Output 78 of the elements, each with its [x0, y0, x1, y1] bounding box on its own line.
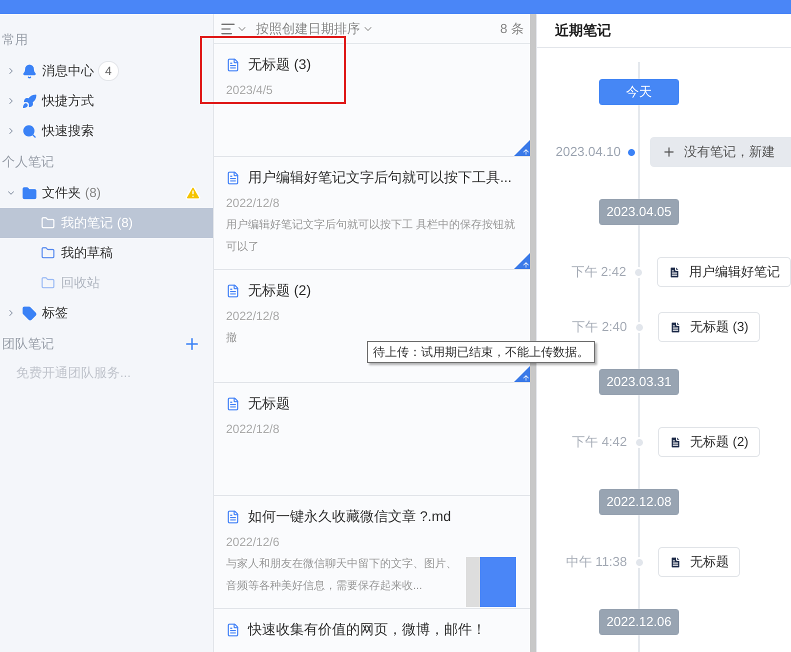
search-icon: [22, 124, 37, 138]
document-icon: [669, 436, 682, 448]
note-title: 无标题 (2): [248, 281, 311, 300]
note-card[interactable]: 用户编辑好笔记: [657, 257, 791, 287]
item-count: (8): [117, 214, 133, 232]
note-date: 2023/4/5: [226, 82, 274, 99]
arrow-up-icon: [522, 261, 530, 269]
sidebar-item[interactable]: 消息中心 4: [0, 56, 213, 86]
document-icon: [668, 266, 681, 278]
note-icon: [226, 396, 240, 410]
sidebar-item-label: 文件夹: [42, 184, 81, 202]
note-title: 用户编辑好笔记文字后句就可以按下工具...: [248, 168, 512, 187]
date-chip: 2023.03.31: [599, 369, 679, 395]
list-menu-icon[interactable]: [220, 20, 236, 36]
note-icon: [226, 284, 240, 298]
note-snippet: 撤: [226, 331, 238, 346]
section-title: 个人笔记: [2, 153, 54, 172]
plus-icon: [662, 145, 676, 159]
item-count: (8): [85, 184, 101, 202]
folder-icon: [22, 186, 37, 200]
sidebar-item-label: 消息中心: [42, 62, 94, 80]
folder-icon: [41, 216, 55, 230]
note-date: 2022/12/8: [226, 195, 280, 212]
date-chip: 2022.12.08: [599, 489, 679, 515]
note-card[interactable]: 无标题 (3): [658, 312, 760, 342]
count-badge: 4: [98, 61, 119, 81]
note-count: 8 条: [500, 20, 524, 38]
note-title: 如何一键永久收藏微信文章 ?.md: [248, 507, 452, 526]
timeline-time: 2023.04.10: [554, 143, 621, 162]
tooltip: 待上传：试用期已结束，不能上传数据。: [367, 341, 595, 363]
sidebar-item[interactable]: 标签: [0, 298, 213, 328]
arrow-up-icon: [522, 148, 530, 156]
date-chip: 2022.12.06: [599, 609, 679, 635]
note-item[interactable]: 如何一键永久收藏微信文章 ?.md 2022/12/6 与家人和朋友在微信聊天中留下的文字、图片、音频等各种美好信息，需要保存起来收...: [214, 496, 530, 609]
note-title: 无标题: [248, 394, 290, 413]
folder-label: 回收站: [61, 274, 100, 292]
note-icon: [226, 58, 240, 72]
note-date: 2022/12/6: [226, 534, 280, 551]
tag-icon: [22, 306, 37, 320]
timeline-time: 中午 11:38: [564, 553, 627, 572]
note-date: 2022/12/8: [226, 421, 280, 438]
note-card[interactable]: 无标题: [658, 547, 740, 577]
document-icon: [669, 556, 682, 568]
add-icon[interactable]: [183, 335, 201, 353]
section-title: 常用: [2, 31, 28, 50]
section-title: 团队笔记: [2, 335, 54, 354]
note-card[interactable]: 无标题 (2): [658, 427, 760, 457]
sidebar-item[interactable]: 文件夹 (8): [0, 178, 213, 208]
date-chip: 今天: [599, 79, 679, 105]
note-date: 2022/12/8: [226, 308, 280, 325]
new-note-button[interactable]: 没有笔记，新建: [650, 137, 791, 167]
note-title: 无标题 (3): [248, 55, 311, 74]
rocket-icon: [22, 94, 37, 108]
bell-icon: [22, 64, 37, 78]
folder-icon: [41, 276, 55, 290]
sidebar-item-label: 快速搜索: [42, 122, 94, 140]
date-chip: 2023.04.05: [599, 199, 679, 225]
sidebar-item-label: 快捷方式: [42, 92, 94, 110]
timeline-time: 下午 2:40: [571, 318, 627, 336]
note-icon: [226, 510, 240, 524]
document-icon: [669, 320, 682, 334]
sidebar-item-label: 标签: [42, 304, 68, 322]
note-icon: [226, 622, 240, 636]
timeline-time: 下午 2:42: [570, 263, 626, 282]
folder-icon: [41, 246, 55, 260]
arrow-up-icon: [522, 374, 530, 382]
panel-title: 近期笔记: [555, 21, 611, 40]
note-title: 快速收集有价值的网页，微博，邮件！: [248, 620, 486, 639]
folder-label: 我的笔记: [61, 214, 113, 232]
note-icon: [226, 170, 240, 184]
sidebar-item[interactable]: 快捷方式: [0, 86, 213, 116]
note-snippet: 用户编辑好笔记文字后句就可以按下工 具栏中的保存按钮就可以了: [226, 218, 516, 255]
timeline-time: 下午 4:42: [571, 433, 627, 452]
warning-icon: [185, 185, 201, 201]
note-snippet: 与家人和朋友在微信聊天中留下的文字、图片、音频等各种美好信息，需要保存起来收...: [226, 556, 458, 594]
folder-item[interactable]: 我的草稿: [0, 238, 213, 268]
sidebar-item[interactable]: 快速搜索: [0, 116, 213, 146]
folder-label: 我的草稿: [61, 244, 113, 262]
